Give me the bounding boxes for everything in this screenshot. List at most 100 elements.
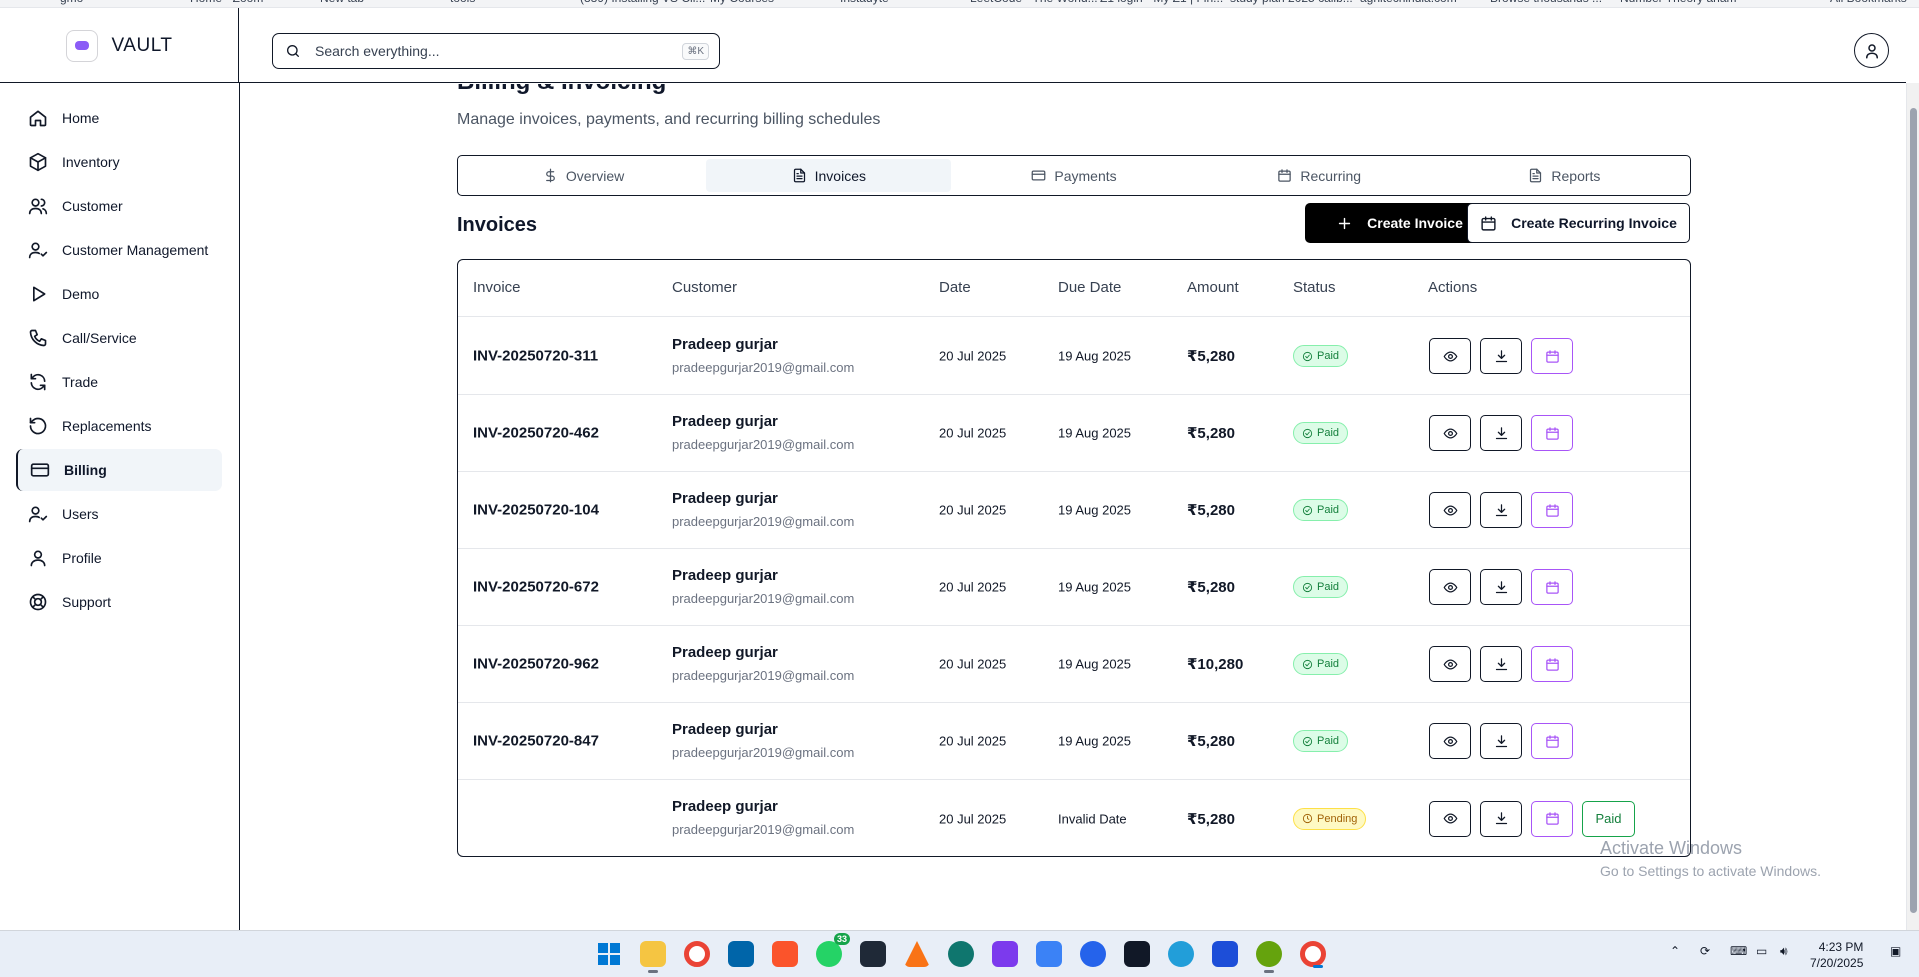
mark-paid-button[interactable]: Paid bbox=[1582, 800, 1635, 837]
utorrent-icon[interactable] bbox=[1256, 941, 1282, 973]
schedule-recurring-button[interactable] bbox=[1531, 492, 1573, 528]
view-invoice-button[interactable] bbox=[1429, 415, 1471, 451]
bookmark-item[interactable]: study plan 2025 calib... bbox=[1230, 0, 1353, 5]
user-menu-button[interactable] bbox=[1854, 33, 1889, 68]
sidebar-item-customer[interactable]: Customer bbox=[16, 185, 222, 227]
scrollbar-thumb[interactable] bbox=[1910, 108, 1917, 913]
tab-recurring[interactable]: Recurring bbox=[1197, 159, 1442, 192]
view-invoice-button[interactable] bbox=[1429, 646, 1471, 682]
tab-label: Invoices bbox=[814, 167, 866, 184]
bookmark-item[interactable]: Home - Zoom bbox=[190, 0, 263, 5]
sidebar-item-users[interactable]: Users bbox=[16, 493, 222, 535]
schedule-recurring-button[interactable] bbox=[1531, 800, 1573, 837]
table-header: Invoice Customer Date Due Date Amount St… bbox=[458, 260, 1690, 317]
clock-date: 7/20/2025 bbox=[1810, 956, 1864, 970]
download-invoice-button[interactable] bbox=[1480, 492, 1522, 528]
intellij-icon[interactable] bbox=[860, 941, 886, 967]
sidebar-item-home[interactable]: Home bbox=[16, 97, 222, 139]
bookmark-item[interactable]: (889) Installing VS Cli... bbox=[580, 0, 705, 5]
notification-icon[interactable]: ▣ bbox=[1890, 944, 1901, 958]
tab-label: Overview bbox=[565, 167, 625, 184]
fp-icon[interactable] bbox=[1212, 941, 1238, 967]
invoice-number: INV-20250720-104 bbox=[473, 501, 599, 519]
create-recurring-invoice-button[interactable]: Create Recurring Invoice bbox=[1467, 203, 1690, 243]
sidebar-item-label: Customer bbox=[62, 198, 123, 214]
bookmark-item[interactable]: Browse thousands ... bbox=[1490, 0, 1602, 5]
display-icon[interactable]: ▭ bbox=[1756, 944, 1767, 958]
bookmark-item[interactable]: All Bookmarks bbox=[1830, 0, 1907, 5]
terminal-icon[interactable] bbox=[1124, 941, 1150, 967]
keyboard-icon[interactable]: ⌨ bbox=[1730, 944, 1747, 958]
tray-chevron-icon[interactable]: ⌃ bbox=[1670, 944, 1680, 958]
sidebar-item-support[interactable]: Support bbox=[16, 581, 222, 623]
download-invoice-button[interactable] bbox=[1480, 415, 1522, 451]
tab-invoices[interactable]: Invoices bbox=[706, 159, 952, 192]
bookmark-item[interactable]: My Courses bbox=[710, 0, 774, 5]
brand[interactable]: VAULT bbox=[0, 8, 239, 83]
windows-start-icon[interactable] bbox=[596, 941, 622, 967]
download-icon bbox=[1495, 349, 1507, 362]
customer-email: pradeepgurjar2019@gmail.com bbox=[672, 745, 855, 760]
download-invoice-button[interactable] bbox=[1480, 338, 1522, 374]
file-explorer-icon[interactable] bbox=[640, 941, 666, 973]
bookmark-item[interactable]: tools bbox=[450, 0, 475, 5]
sidebar-item-trade[interactable]: Trade bbox=[16, 361, 222, 403]
chrome-icon[interactable] bbox=[684, 941, 710, 967]
chrome-active-icon[interactable] bbox=[1300, 941, 1326, 968]
vscode-icon[interactable] bbox=[728, 941, 754, 967]
bookmark-item[interactable]: New tab bbox=[320, 0, 364, 5]
sidebar-item-call-service[interactable]: Call/Service bbox=[16, 317, 222, 359]
create-invoice-button[interactable]: Create Invoice bbox=[1305, 203, 1494, 243]
tab-payments[interactable]: Payments bbox=[951, 159, 1196, 192]
app-icon[interactable] bbox=[948, 941, 974, 967]
tab-overview[interactable]: Overview bbox=[461, 159, 706, 192]
view-invoice-button[interactable] bbox=[1429, 800, 1471, 837]
bookmark-item[interactable]: LeetCode - The World... bbox=[970, 0, 1098, 5]
eye-icon bbox=[1443, 582, 1457, 592]
system-clock[interactable]: 4:23 PM 7/20/2025 bbox=[1810, 939, 1863, 971]
sidebar-item-demo[interactable]: Demo bbox=[16, 273, 222, 315]
page-scrollbar[interactable] bbox=[1906, 83, 1919, 930]
tab-reports[interactable]: Reports bbox=[1442, 159, 1687, 192]
bookmark-item[interactable]: Number Theory anam bbox=[1620, 0, 1737, 5]
header-invoice: Invoice bbox=[473, 279, 521, 296]
invoice-date: 20 Jul 2025 bbox=[939, 348, 1007, 364]
download-invoice-button[interactable] bbox=[1480, 723, 1522, 759]
download-invoice-button[interactable] bbox=[1480, 646, 1522, 682]
schedule-recurring-button[interactable] bbox=[1531, 723, 1573, 759]
sidebar-item-profile[interactable]: Profile bbox=[16, 537, 222, 579]
bookmark-item[interactable]: Z1 login - My Z1 | Fin... bbox=[1100, 0, 1223, 5]
zoom-icon[interactable] bbox=[1080, 941, 1106, 967]
search-input[interactable] bbox=[315, 43, 683, 59]
bookmark-item[interactable]: gmo bbox=[60, 0, 83, 5]
vlc-icon[interactable] bbox=[904, 941, 930, 967]
sidebar-item-customer-management[interactable]: Customer Management bbox=[16, 229, 222, 271]
view-invoice-button[interactable] bbox=[1429, 338, 1471, 374]
whatsapp-icon[interactable]: 33 bbox=[816, 933, 850, 967]
brave-icon[interactable] bbox=[772, 941, 798, 967]
schedule-recurring-button[interactable] bbox=[1531, 415, 1573, 451]
status-text: Paid bbox=[1317, 735, 1340, 747]
eye-icon bbox=[1443, 505, 1457, 515]
headphones-icon[interactable] bbox=[992, 941, 1018, 967]
sidebar-item-billing[interactable]: Billing bbox=[16, 449, 222, 491]
schedule-recurring-button[interactable] bbox=[1531, 569, 1573, 605]
sidebar-item-replacements[interactable]: Replacements bbox=[16, 405, 222, 447]
sidebar-item-inventory[interactable]: Inventory bbox=[16, 141, 222, 183]
header-amount: Amount bbox=[1187, 279, 1239, 296]
bookmark-item[interactable]: agnitechindia.com bbox=[1360, 0, 1457, 5]
telegram-icon[interactable] bbox=[1168, 941, 1194, 967]
download-invoice-button[interactable] bbox=[1480, 800, 1522, 837]
view-invoice-button[interactable] bbox=[1429, 569, 1471, 605]
search-bar[interactable]: ⌘K bbox=[272, 33, 720, 69]
status-text: Paid bbox=[1317, 504, 1340, 516]
volume-icon[interactable]: 🔊︎ bbox=[1780, 944, 1788, 959]
view-invoice-button[interactable] bbox=[1429, 723, 1471, 759]
schedule-recurring-button[interactable] bbox=[1531, 338, 1573, 374]
schedule-recurring-button[interactable] bbox=[1531, 646, 1573, 682]
sync-icon[interactable]: ⟳ bbox=[1700, 944, 1710, 958]
download-invoice-button[interactable] bbox=[1480, 569, 1522, 605]
bookmark-item[interactable]: Instadyte bbox=[840, 0, 889, 5]
copilot-icon[interactable] bbox=[1036, 941, 1062, 967]
view-invoice-button[interactable] bbox=[1429, 492, 1471, 528]
